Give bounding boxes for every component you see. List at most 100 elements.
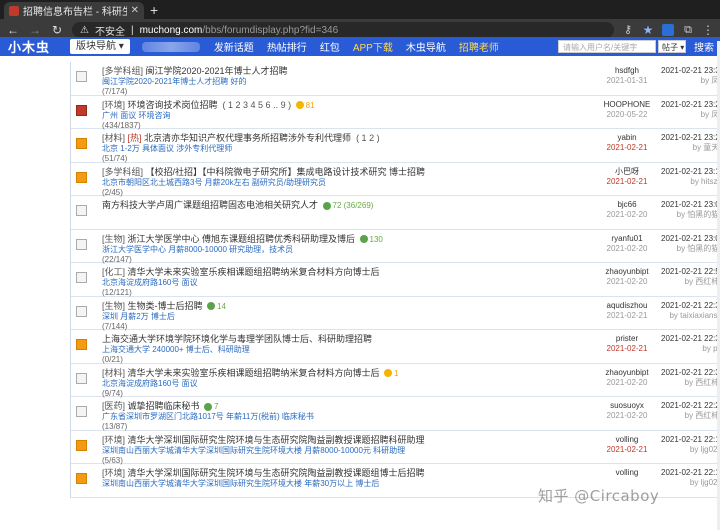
thread-list: [多学科组] 闽江学院2020-2021年博士人才招聘 闽江学院2020-2021… [70,62,720,498]
thread-row[interactable]: [材料] [热] 北京清亦华知识产权代理事务所招聘涉外专利代理师 ( 1 2 )… [71,129,720,163]
thread-last-reply-user[interactable]: by ljg020716 [661,478,720,488]
thread-last-reply-user[interactable]: by hitsz2013 [661,177,720,187]
thread-author[interactable]: suosuoyx [593,401,661,411]
nav-link-new-topic[interactable]: 发新话题 [214,39,254,54]
thread-subtitle[interactable]: 上海交通大学 240000+ 博士后、科研助理 [102,345,593,355]
thread-author[interactable]: aqudiszhou [593,301,661,311]
thread-status-icon [71,263,91,283]
thread-title[interactable]: [材料] [热] 北京清亦华知识产权代理事务所招聘涉外专利代理师 ( 1 2 ) [102,133,593,144]
thread-row[interactable]: [材料] 清华大学未来实验室乐疾相课题组招聘纳米复合材料方向博士后 1 北京海淀成… [71,363,720,398]
thread-last-reply-user[interactable]: by prister [661,344,720,354]
forum-nav-dropdown[interactable]: 版块导航 ▾ [70,39,130,54]
thread-last-reply-date: 2021-02-21 23:16:25 [661,166,720,176]
thread-subtitle[interactable]: 深圳 月薪2万 博士后 [102,312,593,322]
thread-post-date: 2021-02-20 [606,277,648,286]
thread-row[interactable]: [环境] 环境咨询技术岗位招聘 ( 1 2 3 4 5 6 .. 9 ) 81 广… [71,95,720,130]
thread-author[interactable]: bjc66 [593,200,661,210]
thread-author[interactable]: 小巴呀 [593,167,661,177]
thread-last-reply-user[interactable]: by 怕黑的猫头鹰 [661,244,720,254]
thread-author[interactable]: prister [593,334,661,344]
thread-row[interactable]: [多学科组] 【校招/社招】【中科院微电子研究所】集成电路设计技术研究 博士招聘… [71,162,720,197]
thread-subtitle[interactable]: 北京市朝阳区北土城西路3号 月薪20k左右 副研究员/助理研究员 [102,178,593,188]
search-button[interactable]: 搜索 [694,39,714,54]
search-type-select[interactable]: 帖子 ▾ [658,40,686,53]
nav-link-redpacket[interactable]: 红包 [320,39,340,54]
reward-icon [295,101,304,110]
reward-icon [359,235,368,244]
thread-title[interactable]: [医药] 诚挚招聘临床秘书 7 [102,401,593,412]
thread-row[interactable]: 南方科技大学卢周广课题组招聘固态电池相关研究人才 72 (36/269) bjc6… [71,196,720,230]
thread-title[interactable]: [环境] 清华大学深圳国际研究生院环境与生态研究院陶益副教授课题招聘科研助理 [102,435,593,446]
thread-author[interactable]: volling [593,468,661,478]
thread-author[interactable]: ryanfu01 [593,234,661,244]
thread-title[interactable]: [环境] 环境咨询技术岗位招聘 ( 1 2 3 4 5 6 .. 9 ) 81 [102,100,593,111]
thread-last-reply-user[interactable]: by 西红柿大侠 [661,378,720,388]
thread-post-date: 2021-02-20 [606,210,648,219]
extension-shield-icon[interactable] [662,24,674,36]
bookmark-star-icon[interactable]: ★ [642,24,654,36]
thread-last-reply-user[interactable]: by 凤月夜 [661,110,720,120]
thread-title[interactable]: [生物] 浙江大学医学中心 傅旭东课题组招聘优秀科研助理及博后 130 [102,234,593,245]
nav-link-guide[interactable]: 木虫导航 [406,39,446,54]
thread-author[interactable]: zhaoyunbipt [593,267,661,277]
thread-subtitle[interactable]: 北京海淀成府路160号 面议 [102,379,593,389]
thread-post-date: 2021-02-21 [606,444,648,454]
thread-last-reply-user[interactable]: by taixiaxiansheng [661,311,720,321]
thread-subtitle[interactable]: 深圳南山西丽大学城清华大学深圳国际研究生院环境大楼 月薪8000-10000元 … [102,446,593,456]
site-logo[interactable]: 小木虫 [0,37,62,56]
thread-row[interactable]: [化工] 清华大学未来实验室乐疾相课题组招聘纳米复合材料方向博士后 北京海淀成府路… [71,263,720,297]
close-tab-icon[interactable]: ✕ [131,5,139,16]
reward-icon [384,369,393,378]
thread-title[interactable]: [环境] 清华大学深圳国际研究生院环境与生态研究院陶益副教授课题组博士后招聘 [102,468,593,479]
thread-row[interactable]: [环境] 清华大学深圳国际研究生院环境与生态研究院陶益副教授课题招聘科研助理 深圳… [71,430,720,465]
nav-link-app[interactable]: APP下载 [353,39,393,54]
key-icon[interactable]: ⚷ [622,24,634,36]
reload-icon[interactable]: ↻ [50,23,64,37]
thread-title[interactable]: [多学科组] 闽江学院2020-2021年博士人才招聘 [102,66,593,77]
thread-last-reply-user[interactable]: by 童天的猫 [661,143,720,153]
thread-subtitle[interactable]: 广州 面议 环境咨询 [102,111,593,121]
thread-author[interactable]: HOOPHONE [593,100,661,110]
back-icon[interactable]: ← [6,23,20,37]
url-input[interactable]: ⚠ 不安全 | muchong.com/bbs/forumdisplay.php… [72,22,614,38]
thread-row[interactable]: [医药] 诚挚招聘临床秘书 7 广东省深圳市罗湖区门北路1017号 年薪11万(税… [71,397,720,431]
nav-link-hot[interactable]: 热帖排行 [267,39,307,54]
thread-last-reply-user[interactable]: by 怕黑的猫头鹰 [661,210,720,220]
thread-subtitle[interactable]: 深圳南山西丽大学城清华大学深圳国际研究生院环境大楼 年薪30万以上 博士后 [102,479,593,489]
thread-row[interactable]: 上海交通大学环境学院环境化学与毒理学团队博士后、科研助理招聘 上海交通大学 240… [71,330,720,364]
thread-row[interactable]: [生物] 浙江大学医学中心 傅旭东课题组招聘优秀科研助理及博后 130 浙江大学医… [71,229,720,264]
thread-subtitle[interactable]: 广东省深圳市罗湖区门北路1017号 年薪11万(税前) 临床秘书 [102,412,593,422]
thread-subtitle[interactable]: 北京海淀成府路160号 面议 [102,278,593,288]
thread-title[interactable]: [多学科组] 【校招/社招】【中科院微电子研究所】集成电路设计技术研究 博士招聘 [102,167,593,178]
thread-last-reply-user[interactable]: by ljg020716 [661,445,720,455]
thread-post-date: 2021-02-20 [606,377,648,387]
thread-last-reply-user[interactable]: by 西红柿大侠 [661,411,720,421]
thread-author[interactable]: zhaoyunbipt [593,368,661,378]
browser-tab[interactable]: 招聘信息布告栏 - 科研生活区 - ... ✕ [4,2,144,19]
thread-title[interactable]: [化工] 清华大学未来实验室乐疾相课题组招聘纳米复合材料方向博士后 [102,267,593,278]
new-tab-icon[interactable]: + [150,2,158,19]
thread-author[interactable]: volling [593,435,661,445]
site-search-input[interactable]: 请输入用户名/关键字 [558,40,656,53]
thread-title[interactable]: 上海交通大学环境学院环境化学与毒理学团队博士后、科研助理招聘 [102,334,593,345]
thread-last-reply-user[interactable]: by 凤月夜 [661,76,720,86]
thread-author[interactable]: hsdfgh [593,66,661,76]
insecure-icon: ⚠ [80,24,89,36]
thread-subtitle[interactable]: 闽江学院2020-2021年博士人才招聘 好的 [102,77,593,87]
forward-icon[interactable]: → [28,23,42,37]
thread-title[interactable]: [生物] 生物类-博士后招聘 14 [102,301,593,312]
menu-more-icon[interactable]: ⋮ [702,24,714,36]
nav-link-recruit[interactable]: 招聘老师 [459,39,499,54]
thread-subtitle[interactable]: 浙江大学医学中心 月薪8000-10000 研究助理，技术员 [102,245,593,255]
thread-subtitle[interactable]: 北京 1-2万 具体面议 涉外专利代理师 [102,144,593,154]
thread-row[interactable]: [多学科组] 闽江学院2020-2021年博士人才招聘 闽江学院2020-2021… [71,62,720,96]
thread-author[interactable]: yabin [593,133,661,143]
thread-last-reply-date: 2021-02-21 23:20:39 [661,133,720,142]
thread-status-icon [71,230,91,250]
thread-title[interactable]: 南方科技大学卢周广课题组招聘固态电池相关研究人才 72 (36/269) [102,200,593,211]
thread-row[interactable]: [生物] 生物类-博士后招聘 14 深圳 月薪2万 博士后 (7/144) aqudi… [71,296,720,331]
thread-status-icon [71,330,91,350]
thread-last-reply-user[interactable]: by 西红柿大侠 [661,277,720,287]
thread-title[interactable]: [材料] 清华大学未来实验室乐疾相课题组招聘纳米复合材料方向博士后 1 [102,368,593,379]
extensions-puzzle-icon[interactable]: ⧉ [682,24,694,36]
